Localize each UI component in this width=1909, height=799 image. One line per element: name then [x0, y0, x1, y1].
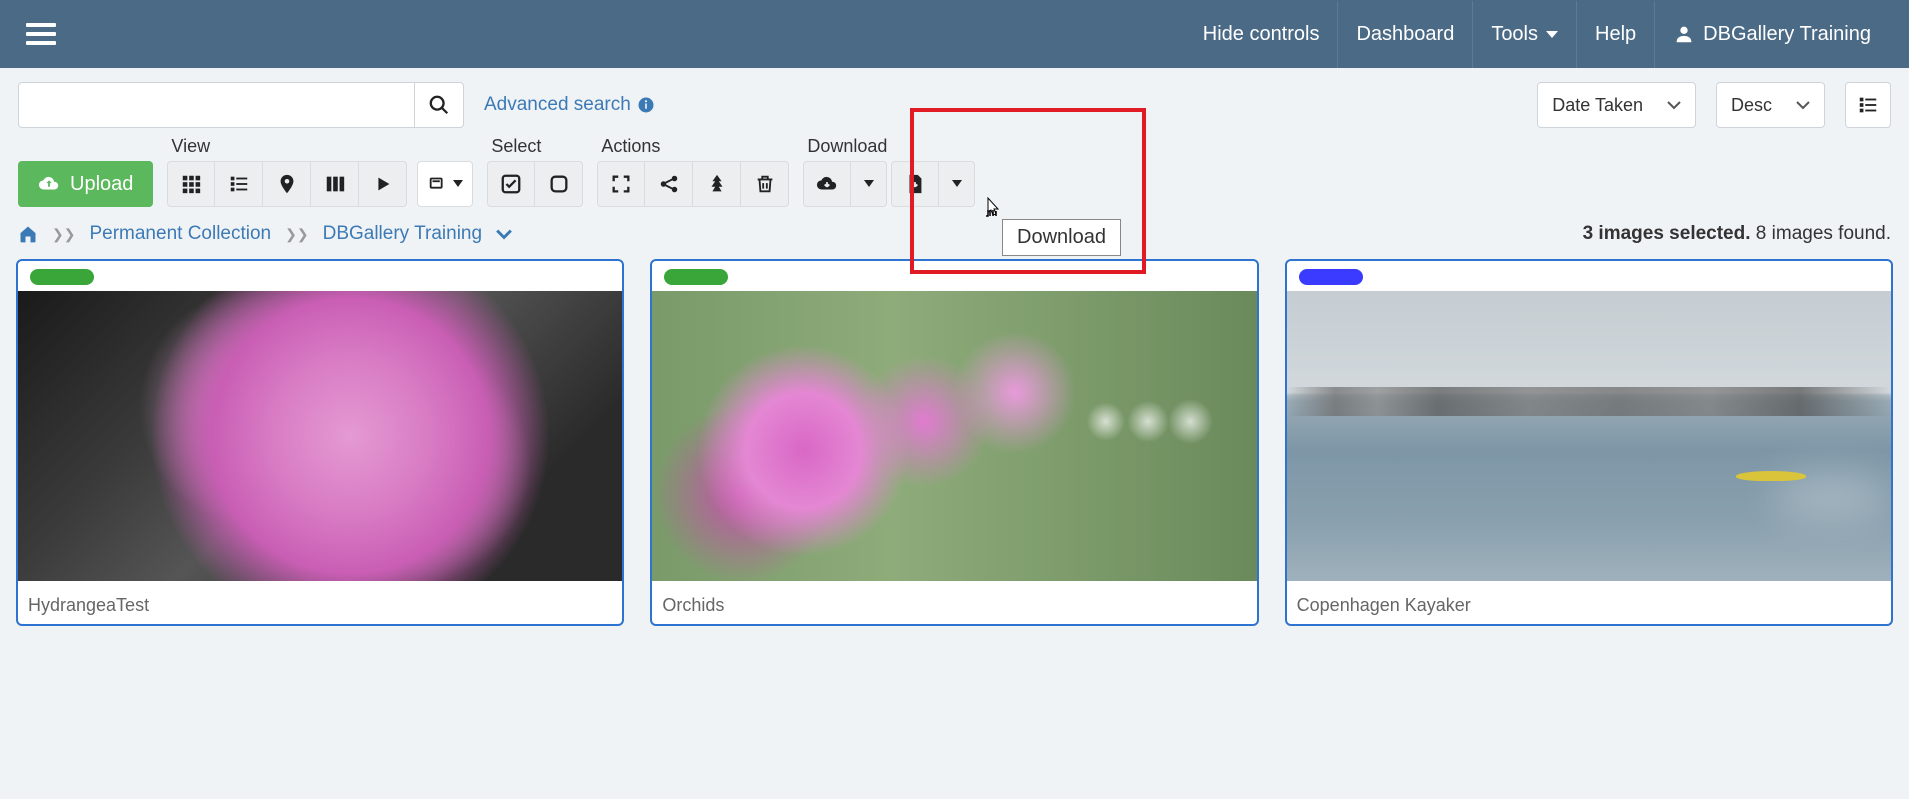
breadcrumb-dropdown[interactable] — [496, 228, 512, 240]
caret-down-icon — [453, 180, 463, 188]
gallery-card[interactable]: Orchids — [650, 259, 1258, 626]
export-options-button[interactable] — [939, 161, 975, 207]
caret-down-icon — [952, 180, 962, 188]
upload-button[interactable]: Upload — [18, 161, 153, 207]
card-title: HydrangeaTest — [18, 581, 622, 624]
breadcrumb-separator: ❯❯ — [52, 226, 75, 243]
search-input[interactable] — [18, 82, 414, 128]
grid-view-button[interactable] — [167, 161, 215, 207]
square-icon — [548, 173, 570, 195]
status-pill — [664, 269, 728, 285]
layout-toggle-button[interactable] — [1845, 82, 1891, 128]
tools-label: Tools — [1491, 23, 1538, 46]
download-group: Download — [803, 136, 975, 207]
top-nav: Hide controls Dashboard Tools Help DBGal… — [1185, 1, 1889, 68]
select-none-button[interactable] — [535, 161, 583, 207]
search-button[interactable] — [414, 82, 464, 128]
card-thumbnail[interactable] — [1287, 291, 1891, 581]
hide-controls-link[interactable]: Hide controls — [1185, 1, 1338, 68]
sort-field-select[interactable]: Date Taken — [1537, 82, 1696, 128]
gallery-card[interactable]: HydrangeaTest — [16, 259, 624, 626]
grid-icon — [180, 173, 202, 195]
view-label: View — [167, 136, 473, 157]
advanced-search-label: Advanced search — [484, 94, 631, 116]
chevron-down-icon — [1796, 100, 1810, 110]
selected-count: 3 images selected. — [1583, 223, 1751, 244]
actions-label: Actions — [597, 136, 789, 157]
columns-view-button[interactable] — [311, 161, 359, 207]
gallery-card[interactable]: Copenhagen Kayaker — [1285, 259, 1893, 626]
columns-icon — [324, 173, 346, 195]
expand-icon — [610, 173, 632, 195]
delete-button[interactable] — [741, 161, 789, 207]
cloud-download-icon — [816, 173, 838, 195]
fullscreen-button[interactable] — [597, 161, 645, 207]
file-export-icon — [904, 173, 926, 195]
breadcrumb-home[interactable] — [18, 224, 38, 244]
share-button[interactable] — [645, 161, 693, 207]
breadcrumb-row: ❯❯ Permanent Collection ❯❯ DBGallery Tra… — [0, 217, 1909, 259]
status-text: 3 images selected. 8 images found. — [1583, 223, 1891, 245]
card-title: Copenhagen Kayaker — [1287, 581, 1891, 624]
share-icon — [658, 173, 680, 195]
tree-button[interactable] — [693, 161, 741, 207]
user-label: DBGallery Training — [1703, 23, 1871, 46]
tools-menu[interactable]: Tools — [1472, 1, 1576, 68]
trash-icon — [754, 173, 776, 195]
gallery: HydrangeaTest Orchids Copenhagen Kayaker — [0, 259, 1909, 646]
advanced-search-link[interactable]: Advanced search — [484, 94, 655, 116]
dashboard-link[interactable]: Dashboard — [1337, 1, 1472, 68]
check-square-icon — [500, 173, 522, 195]
tree-icon — [706, 173, 728, 195]
help-link[interactable]: Help — [1576, 1, 1654, 68]
sort-order-select[interactable]: Desc — [1716, 82, 1825, 128]
view-group: View — [167, 136, 473, 207]
chevron-down-icon — [496, 228, 512, 240]
download-tooltip: Download — [1002, 219, 1121, 256]
play-icon — [372, 173, 394, 195]
download-label: Download — [803, 136, 975, 157]
toolbar-row: Upload View Select Actions — [0, 128, 1909, 217]
cloud-upload-icon — [38, 173, 60, 195]
search-group — [18, 82, 464, 128]
hamburger-menu-icon[interactable] — [20, 17, 62, 51]
caret-down-icon — [864, 180, 874, 188]
sort-order-value: Desc — [1731, 95, 1772, 116]
status-pill — [1299, 269, 1363, 285]
breadcrumb-link[interactable]: DBGallery Training — [323, 223, 482, 245]
status-pill — [30, 269, 94, 285]
card-title: Orchids — [652, 581, 1256, 624]
home-icon — [18, 224, 38, 244]
sort-field-value: Date Taken — [1552, 95, 1643, 116]
user-menu[interactable]: DBGallery Training — [1654, 1, 1889, 68]
pin-icon — [276, 173, 298, 195]
controls-row: Advanced search Date Taken Desc — [0, 68, 1909, 128]
download-button[interactable] — [803, 161, 851, 207]
display-icon — [427, 173, 449, 195]
select-group: Select — [487, 136, 583, 207]
info-icon — [637, 96, 655, 114]
user-icon — [1673, 23, 1695, 45]
caret-down-icon — [1546, 31, 1558, 38]
list-icon — [228, 173, 250, 195]
topbar: Hide controls Dashboard Tools Help DBGal… — [0, 0, 1909, 68]
card-thumbnail[interactable] — [652, 291, 1256, 581]
slideshow-button[interactable] — [359, 161, 407, 207]
search-icon — [428, 94, 450, 116]
select-all-button[interactable] — [487, 161, 535, 207]
download-options-button[interactable] — [851, 161, 887, 207]
list-view-button[interactable] — [215, 161, 263, 207]
upload-label: Upload — [70, 173, 133, 196]
chevron-down-icon — [1667, 100, 1681, 110]
map-view-button[interactable] — [263, 161, 311, 207]
actions-group: Actions — [597, 136, 789, 207]
select-label: Select — [487, 136, 583, 157]
card-thumbnail[interactable] — [18, 291, 622, 581]
breadcrumb-link[interactable]: Permanent Collection — [89, 223, 271, 245]
display-options-button[interactable] — [417, 161, 473, 207]
found-count: 8 images found. — [1756, 223, 1891, 244]
list-layout-icon — [1857, 94, 1879, 116]
export-button[interactable] — [891, 161, 939, 207]
breadcrumb-separator: ❯❯ — [285, 226, 308, 243]
